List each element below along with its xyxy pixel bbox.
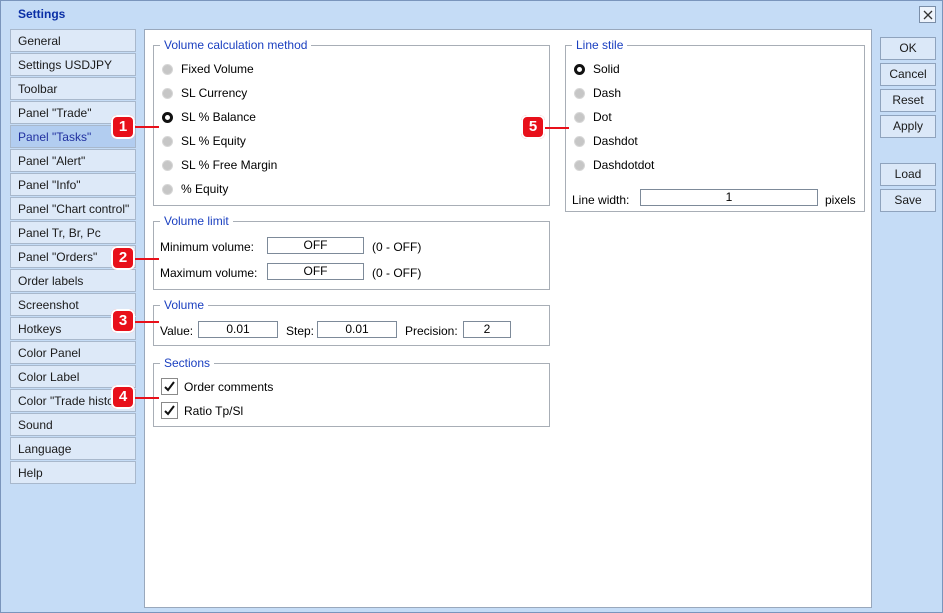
max-volume-label: Maximum volume: xyxy=(160,266,258,280)
checkbox[interactable] xyxy=(161,402,178,419)
radio-button[interactable] xyxy=(162,159,173,171)
radio-sl-free-margin[interactable]: SL % Free Margin xyxy=(162,157,277,173)
checkbox-ratio-tp-sl[interactable]: Ratio Tp/Sl xyxy=(161,402,243,419)
radio-button[interactable] xyxy=(574,135,585,147)
radio-percent-equity[interactable]: % Equity xyxy=(162,181,228,197)
load-button[interactable]: Load xyxy=(880,163,936,186)
volume-precision-input[interactable]: 2 xyxy=(463,321,511,338)
callout-marker-5: 5 xyxy=(521,115,545,139)
save-button[interactable]: Save xyxy=(880,189,936,212)
radio-button[interactable] xyxy=(574,159,585,171)
line-width-label: Line width: xyxy=(572,193,630,207)
close-button[interactable] xyxy=(919,6,936,23)
radio-button-selected[interactable] xyxy=(574,63,585,75)
reset-button[interactable]: Reset xyxy=(880,89,936,112)
check-icon xyxy=(164,381,175,392)
radio-sl-equity[interactable]: SL % Equity xyxy=(162,133,246,149)
volume-precision-label: Precision: xyxy=(405,324,458,338)
callout-marker-2: 2 xyxy=(111,246,135,270)
max-volume-input[interactable]: OFF xyxy=(267,263,364,280)
line-width-input[interactable]: 1 xyxy=(640,189,818,206)
max-volume-hint: (0 - OFF) xyxy=(372,266,422,280)
callout-line-5 xyxy=(541,127,569,129)
sidebar-item-panel-chart-control[interactable]: Panel "Chart control" xyxy=(10,197,136,220)
radio-line-dot[interactable]: Dot xyxy=(574,109,612,125)
volume-limit-title: Volume limit xyxy=(160,214,233,228)
min-volume-hint: (0 - OFF) xyxy=(372,240,422,254)
volume-value-input[interactable]: 0.01 xyxy=(198,321,278,338)
volume-step-input[interactable]: 0.01 xyxy=(317,321,397,338)
radio-button-selected[interactable] xyxy=(162,111,173,123)
radio-line-dash[interactable]: Dash xyxy=(574,85,621,101)
sidebar-item-general[interactable]: General xyxy=(10,29,136,52)
radio-button[interactable] xyxy=(162,87,173,99)
radio-fixed-volume[interactable]: Fixed Volume xyxy=(162,61,254,77)
apply-button[interactable]: Apply xyxy=(880,115,936,138)
settings-content-panel: Volume calculation method Fixed Volume S… xyxy=(144,29,872,608)
callout-line-2 xyxy=(131,258,159,260)
sidebar-item-panel-tr-br-pc[interactable]: Panel Tr, Br, Pc xyxy=(10,221,136,244)
radio-button[interactable] xyxy=(574,111,585,123)
line-style-title: Line stile xyxy=(572,38,628,52)
sections-title: Sections xyxy=(160,356,215,370)
sidebar-item-language[interactable]: Language xyxy=(10,437,136,460)
callout-line-4 xyxy=(131,397,159,399)
radio-line-dashdotdot[interactable]: Dashdotdot xyxy=(574,157,654,173)
radio-button[interactable] xyxy=(162,183,173,195)
checkbox[interactable] xyxy=(161,378,178,395)
sidebar-item-sound[interactable]: Sound xyxy=(10,413,136,436)
cancel-button[interactable]: Cancel xyxy=(880,63,936,86)
ok-button[interactable]: OK xyxy=(880,37,936,60)
checkbox-order-comments[interactable]: Order comments xyxy=(161,378,273,395)
radio-sl-currency[interactable]: SL Currency xyxy=(162,85,247,101)
sidebar-item-color-panel[interactable]: Color Panel xyxy=(10,341,136,364)
min-volume-input[interactable]: OFF xyxy=(267,237,364,254)
radio-line-solid[interactable]: Solid xyxy=(574,61,620,77)
volume-limit-group: Volume limit Minimum volume: OFF (0 - OF… xyxy=(153,214,550,290)
close-icon xyxy=(923,10,932,19)
volume-method-group: Volume calculation method Fixed Volume S… xyxy=(153,38,550,206)
callout-marker-3: 3 xyxy=(111,309,135,333)
volume-step-label: Step: xyxy=(286,324,315,338)
sidebar-item-toolbar[interactable]: Toolbar xyxy=(10,77,136,100)
callout-line-3 xyxy=(131,321,159,323)
check-icon xyxy=(164,405,175,416)
callout-marker-1: 1 xyxy=(111,115,135,139)
min-volume-label: Minimum volume: xyxy=(160,240,255,254)
radio-line-dashdot[interactable]: Dashdot xyxy=(574,133,638,149)
radio-button[interactable] xyxy=(162,135,173,147)
volume-method-title: Volume calculation method xyxy=(160,38,312,52)
volume-title: Volume xyxy=(160,298,209,312)
sidebar-item-panel-alert[interactable]: Panel "Alert" xyxy=(10,149,136,172)
callout-marker-4: 4 xyxy=(111,385,135,409)
settings-window: Settings General Settings USDJPY Toolbar… xyxy=(0,0,943,613)
radio-sl-balance[interactable]: SL % Balance xyxy=(162,109,256,125)
sections-group: Sections Order comments Ratio Tp/Sl xyxy=(153,356,550,427)
sidebar-item-settings-symbol[interactable]: Settings USDJPY xyxy=(10,53,136,76)
sidebar-item-order-labels[interactable]: Order labels xyxy=(10,269,136,292)
radio-button[interactable] xyxy=(162,63,173,75)
line-style-group: Line stile Solid Dash Dot Dashdot Dashdo… xyxy=(565,38,865,212)
line-width-unit: pixels xyxy=(825,193,856,207)
volume-value-label: Value: xyxy=(160,324,194,338)
sidebar-item-panel-info[interactable]: Panel "Info" xyxy=(10,173,136,196)
sidebar-item-help[interactable]: Help xyxy=(10,461,136,484)
callout-line-1 xyxy=(131,126,159,128)
window-title: Settings xyxy=(18,7,66,21)
volume-group: Volume Value: 0.01 Step: 0.01 Precision:… xyxy=(153,298,550,346)
radio-button[interactable] xyxy=(574,87,585,99)
